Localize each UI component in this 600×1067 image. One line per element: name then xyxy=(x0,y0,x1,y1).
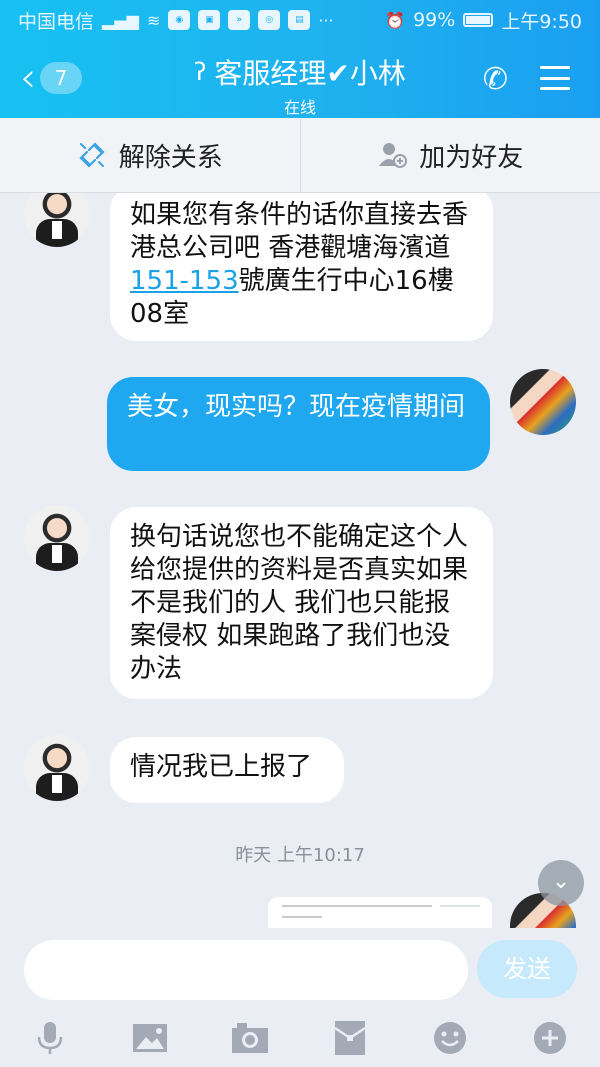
chat-area[interactable]: 如果您有条件的话你直接去香港总公司吧 香港觀塘海濱道151-153號廣生行中心1… xyxy=(0,193,600,928)
unlink-button[interactable]: 解除关系 xyxy=(0,118,300,192)
message-bubble-incoming[interactable]: 情况我已上报了 xyxy=(110,737,344,803)
add-friend-button[interactable]: 加为好友 xyxy=(299,118,600,192)
camera-icon[interactable] xyxy=(230,1018,270,1058)
phone-number-link[interactable]: 151-153 xyxy=(130,266,239,296)
baidu-app-icon: ◉ xyxy=(168,10,191,30)
image-message[interactable] xyxy=(268,897,492,928)
ear-icon: ʔ xyxy=(194,58,207,86)
status-bar: 中国电信 ▂▄▆ ≋ ◉ ▣ » ◎ ▤ ··· ⏰ 99% 上午9:50 xyxy=(0,0,600,40)
message-text: 情况我已上报了 xyxy=(130,752,313,782)
online-status: 在线 xyxy=(283,98,316,117)
video-app-icon: » xyxy=(228,10,251,30)
mic-icon[interactable] xyxy=(30,1018,70,1058)
menu-icon[interactable] xyxy=(540,66,570,90)
message-bubble-outgoing[interactable]: 美女，现实吗？现在疫情期间 xyxy=(107,377,490,471)
emoji-icon[interactable] xyxy=(430,1018,470,1058)
scroll-to-bottom-button[interactable]: ⌄ xyxy=(538,860,584,906)
chevron-left-icon: ‹ xyxy=(20,55,36,101)
mall-app-icon: ▣ xyxy=(198,10,221,30)
composer: 发送 xyxy=(0,928,600,1008)
phone-icon[interactable]: ✆ xyxy=(483,62,508,97)
agent-avatar[interactable] xyxy=(24,505,90,571)
plus-icon[interactable] xyxy=(530,1018,570,1058)
battery-icon xyxy=(463,13,494,27)
message-text: 如果您有条件的话你直接去香港总公司吧 香港觀塘海濱道 xyxy=(130,200,469,263)
more-notifications-icon: ··· xyxy=(318,10,334,30)
browser-app-icon: ◎ xyxy=(258,10,281,30)
carrier-label: 中国电信 xyxy=(18,10,95,33)
listen-app-icon: ▤ xyxy=(288,10,311,30)
alarm-icon: ⏰ xyxy=(385,10,406,30)
red-packet-icon[interactable] xyxy=(330,1018,370,1058)
message-bubble-incoming[interactable]: 如果您有条件的话你直接去香港总公司吧 香港觀塘海濱道151-153號廣生行中心1… xyxy=(110,193,493,341)
signal-icon: ▂▄▆ xyxy=(102,10,139,30)
chat-header: ‹ 7 ʔ 客服经理✔小林 在线 ✆ xyxy=(0,40,600,118)
unlink-label: 解除关系 xyxy=(118,142,223,173)
wifi-icon: ≋ xyxy=(146,10,161,30)
back-button[interactable]: ‹ 7 xyxy=(20,58,82,98)
add-friend-label: 加为好友 xyxy=(419,142,524,173)
message-text: 换句话说您也不能确定这个人给您提供的资料是否真实如果不是我们的人 我们也只能报案… xyxy=(130,522,469,684)
agent-avatar[interactable] xyxy=(24,193,90,247)
agent-avatar[interactable] xyxy=(24,735,90,801)
action-bar: 解除关系 加为好友 xyxy=(0,118,600,193)
clock: 上午9:50 xyxy=(501,10,582,33)
message-input[interactable] xyxy=(24,940,468,1000)
image-icon[interactable] xyxy=(130,1018,170,1058)
unread-count-badge: 7 xyxy=(40,62,82,94)
message-timestamp: 昨天 上午10:17 xyxy=(235,845,365,866)
send-button[interactable]: 发送 xyxy=(477,940,577,998)
chat-title: 客服经理✔小林 xyxy=(214,57,406,90)
user-avatar[interactable] xyxy=(510,369,576,435)
input-toolbar xyxy=(0,1008,600,1067)
unlink-icon xyxy=(79,142,105,168)
battery-percent: 99% xyxy=(413,9,456,31)
message-text: 美女，现实吗？现在疫情期间 xyxy=(127,392,466,422)
add-friend-icon xyxy=(379,143,408,168)
chat-title-block[interactable]: ʔ 客服经理✔小林 在线 xyxy=(120,52,480,118)
message-bubble-incoming[interactable]: 换句话说您也不能确定这个人给您提供的资料是否真实如果不是我们的人 我们也只能报案… xyxy=(110,507,493,699)
